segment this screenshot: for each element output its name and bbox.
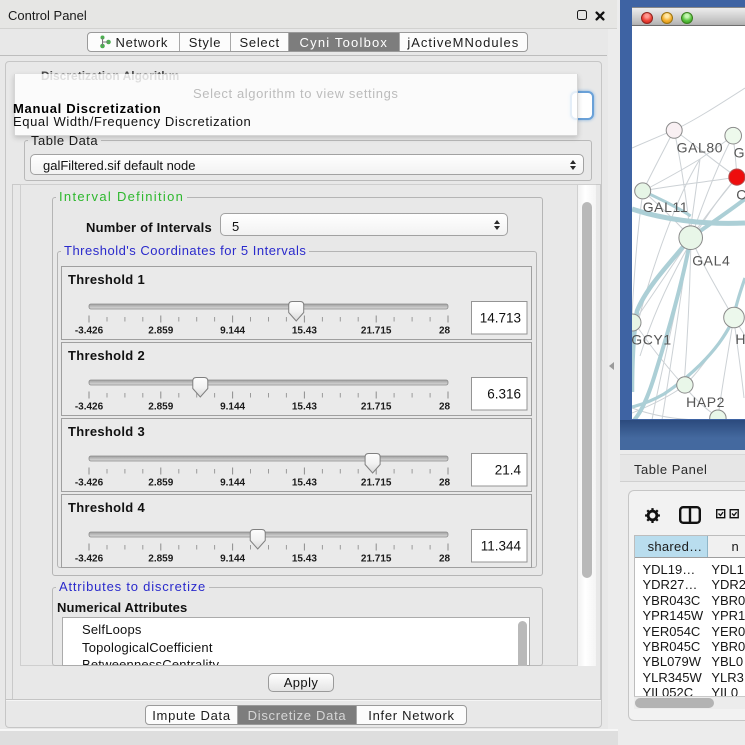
svg-text:-3.426: -3.426 bbox=[75, 554, 104, 565]
svg-text:11.344: 11.344 bbox=[481, 539, 522, 554]
svg-text:14.713: 14.713 bbox=[480, 311, 521, 326]
svg-text:2.859: 2.859 bbox=[148, 326, 173, 337]
svg-text:2.859: 2.859 bbox=[148, 554, 173, 565]
svg-text:2.859: 2.859 bbox=[148, 478, 173, 489]
svg-text:GCY1: GCY1 bbox=[632, 332, 672, 348]
svg-text:21.715: 21.715 bbox=[361, 402, 392, 413]
svg-text:21.4: 21.4 bbox=[495, 463, 522, 478]
svg-text:15.43: 15.43 bbox=[292, 554, 317, 565]
svg-text:2.859: 2.859 bbox=[148, 402, 173, 413]
svg-text:Threshold 2: Threshold 2 bbox=[68, 348, 145, 363]
svg-text:Threshold 1: Threshold 1 bbox=[68, 272, 145, 287]
svg-text:9.144: 9.144 bbox=[220, 478, 245, 489]
svg-text:C: C bbox=[736, 187, 745, 203]
svg-text:9.144: 9.144 bbox=[220, 402, 245, 413]
svg-text:-3.426: -3.426 bbox=[75, 478, 104, 489]
svg-text:6.316: 6.316 bbox=[487, 387, 521, 402]
svg-text:Threshold 4: Threshold 4 bbox=[68, 500, 145, 515]
svg-text:GAL4: GAL4 bbox=[692, 253, 730, 269]
svg-text:15.43: 15.43 bbox=[292, 478, 317, 489]
svg-text:21.715: 21.715 bbox=[361, 478, 392, 489]
svg-text:9.144: 9.144 bbox=[220, 554, 245, 565]
svg-text:-3.426: -3.426 bbox=[75, 402, 104, 413]
svg-text:H: H bbox=[735, 331, 745, 347]
svg-text:G.: G. bbox=[734, 145, 745, 161]
svg-text:28: 28 bbox=[439, 326, 451, 337]
svg-text:28: 28 bbox=[439, 554, 451, 565]
svg-text:15.43: 15.43 bbox=[292, 402, 317, 413]
svg-text:Threshold 3: Threshold 3 bbox=[68, 424, 145, 439]
svg-text:GAL11: GAL11 bbox=[643, 199, 689, 215]
svg-text:HAP2: HAP2 bbox=[686, 394, 725, 410]
svg-text:15.43: 15.43 bbox=[292, 326, 317, 337]
svg-text:28: 28 bbox=[439, 478, 451, 489]
svg-text:-3.426: -3.426 bbox=[75, 326, 104, 337]
svg-text:28: 28 bbox=[439, 402, 451, 413]
svg-text:9.144: 9.144 bbox=[220, 326, 245, 337]
svg-text:21.715: 21.715 bbox=[361, 554, 392, 565]
svg-text:21.715: 21.715 bbox=[361, 326, 392, 337]
svg-text:GAL80: GAL80 bbox=[677, 140, 724, 156]
